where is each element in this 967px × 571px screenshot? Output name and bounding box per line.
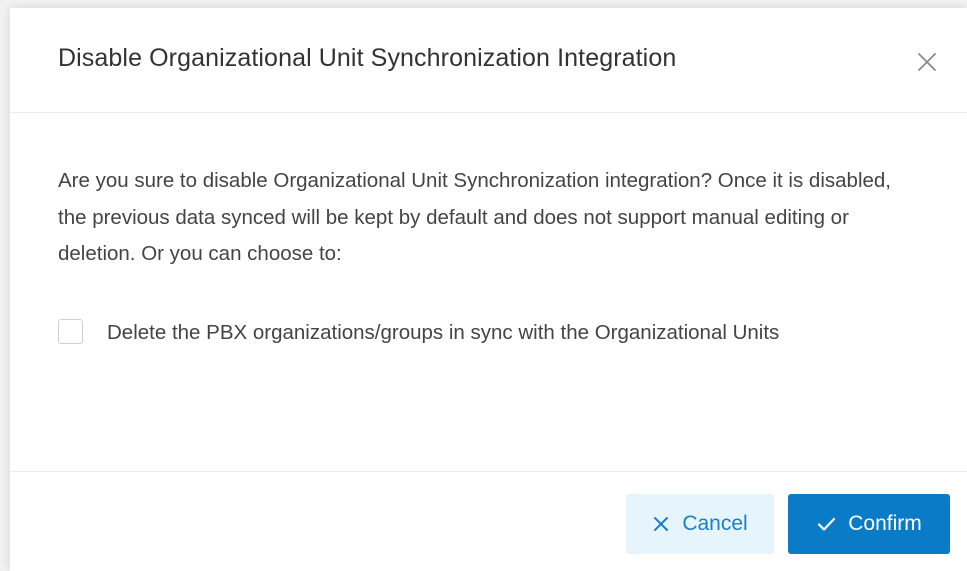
- dialog-body: Are you sure to disable Organizational U…: [58, 163, 918, 351]
- delete-groups-label: Delete the PBX organizations/groups in s…: [107, 320, 780, 344]
- close-button[interactable]: [914, 49, 940, 75]
- page-backdrop: Disable Organizational Unit Synchronizat…: [0, 0, 967, 571]
- dialog-header: Disable Organizational Unit Synchronizat…: [10, 8, 967, 113]
- delete-groups-checkbox[interactable]: [58, 318, 83, 344]
- check-icon: [818, 517, 836, 531]
- confirm-button-label: Confirm: [848, 512, 922, 535]
- close-icon: [918, 53, 936, 71]
- dialog-title: Disable Organizational Unit Synchronizat…: [58, 44, 677, 72]
- confirm-button[interactable]: Confirm: [788, 494, 950, 554]
- delete-groups-option: Delete the PBX organizations/groups in s…: [58, 315, 918, 352]
- cancel-button[interactable]: Cancel: [626, 494, 774, 554]
- x-icon: [654, 517, 669, 531]
- confirmation-message: Are you sure to disable Organizational U…: [58, 169, 891, 265]
- disable-integration-dialog: Disable Organizational Unit Synchronizat…: [10, 8, 967, 571]
- dialog-footer: Cancel Confirm: [10, 471, 967, 571]
- cancel-button-label: Cancel: [682, 512, 748, 535]
